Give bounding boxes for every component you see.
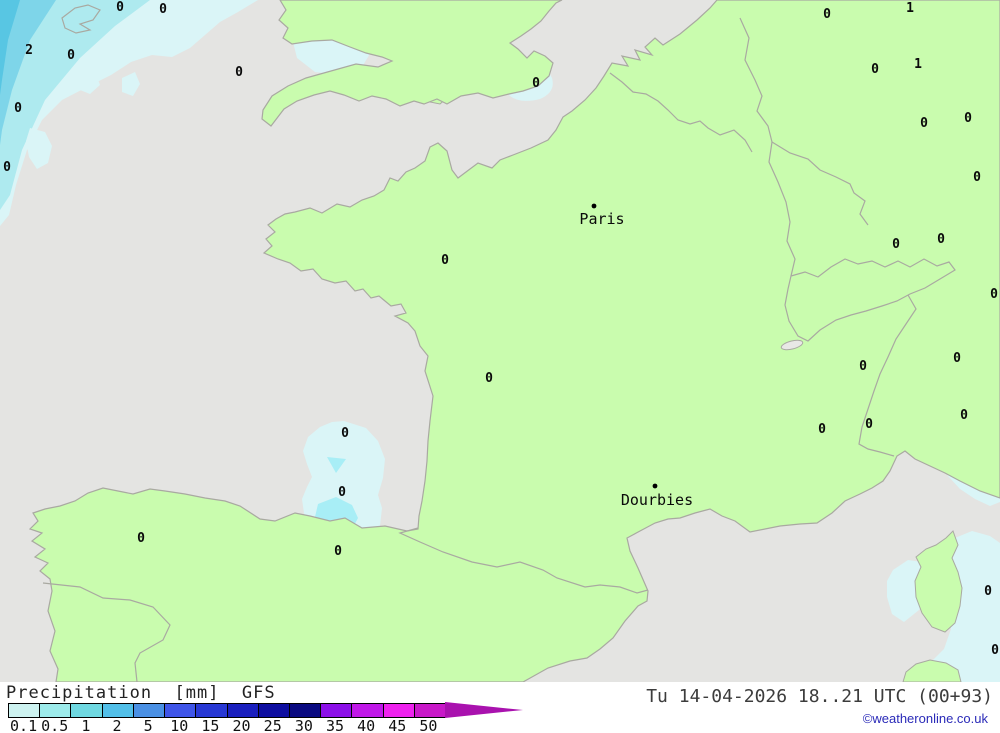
precip-value-label: 0 [960,408,968,423]
precip-value-label: 0 [984,584,992,599]
legend-cell-0.1 [9,704,41,717]
precip-value-label: 0 [818,422,826,437]
precip-value-label: 0 [991,643,999,658]
precip-value-label: 0 [67,48,75,63]
legend-cell-45 [383,704,415,717]
precip-value-label: 0 [973,170,981,185]
legend-cell-10 [165,704,197,717]
precip-value-label: 0 [964,111,972,126]
precip-value-label: 0 [937,232,945,247]
precip-value-label: 0 [532,76,540,91]
city-marker-paris [591,203,597,209]
precip-value-label: 0 [341,426,349,441]
precip-value-label: 0 [892,237,900,252]
legend-cell-15 [196,704,228,717]
legend-cell-25 [258,704,290,717]
forecast-timestamp: Tu 14-04-2026 18..21 UTC (00+93) [646,686,993,707]
legend-scale-values: 0.1 0.5 1 2 5 10 15 20 25 30 35 40 45 50 [0,717,520,733]
precip-value-label: 0 [865,417,873,432]
city-marker-dourbies [652,483,658,489]
legend-cell-35 [321,704,353,717]
precip-value-label: 1 [914,57,922,72]
precip-value-label: 1 [906,1,914,16]
precip-value-label: 0 [137,531,145,546]
precipitation-map: Paris Dourbies 2 0 0 0 0 0 0 0 0 0 0 0 0 0 0 1 0 1 0 0 0 0 0 0 0 0… [0,0,1000,683]
map-canvas: Paris Dourbies 2 0 0 0 0 0 0 0 0 0 0 0 0 0 0 1 0 1 0 0 0 0 0 0 0 0… [0,0,1000,683]
legend-cell-2 [102,704,134,717]
precip-value-label: 0 [823,7,831,22]
legend-cell-40 [352,704,384,717]
legend-cell-50 [414,704,446,717]
legend-cell-5 [133,704,166,717]
precip-value-label: 0 [159,2,167,17]
precip-value-label: 0 [3,160,11,175]
precip-value-label: 0 [235,65,243,80]
precip-value-label: 0 [441,253,449,268]
legend-cell-20 [227,704,259,717]
precip-value-label: 0 [920,116,928,131]
precip-value-label: 0 [14,101,22,116]
legend-cell-1 [71,704,103,717]
precip-value-label: 0 [116,0,124,15]
precip-value-label: 0 [859,359,867,374]
precip-value-label: 2 [25,43,33,58]
precip-value-label: 0 [338,485,346,500]
precip-value-label: 0 [953,351,961,366]
city-label-paris: Paris [579,210,624,228]
precip-value-label: 0 [871,62,879,77]
legend-panel: Precipitation [mm] GFS 0.1 0.5 1 2 5 10 15 20 25… [0,682,1000,733]
legend-value: 50 [419,717,438,733]
precip-value-label: 0 [990,287,998,302]
legend-arrow [445,702,523,718]
precip-value-label: 0 [334,544,342,559]
precip-value-label: 0 [485,371,493,386]
product-title: Precipitation [mm] GFS [6,683,276,703]
city-label-dourbies: Dourbies [621,491,693,509]
legend-cell-30 [289,704,322,717]
legend-cell-0.5 [40,704,72,717]
legend-colorbar [8,703,446,718]
weather-map-screenshot: Paris Dourbies 2 0 0 0 0 0 0 0 0 0 0 0 0 0 0 1 0 1 0 0 0 0 0 0 0 0… [0,0,1000,733]
copyright-notice: ©weatheronline.co.uk [862,711,988,726]
